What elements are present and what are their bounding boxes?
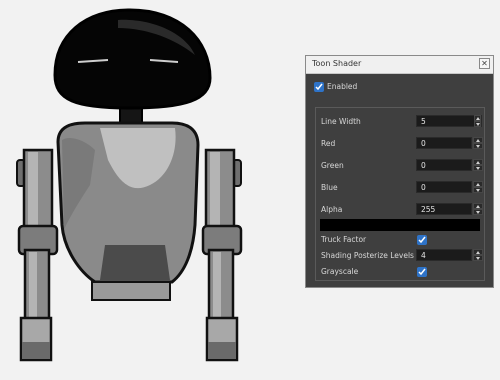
blue-stepper[interactable] [473,181,483,193]
red-stepper[interactable] [473,137,483,149]
alpha-label: Alpha [321,205,343,214]
shading-posterize-levels-input[interactable]: 4 [416,249,472,261]
check-icon [418,236,426,244]
red-label: Red [321,139,336,148]
green-stepper[interactable] [473,159,483,171]
green-label: Green [321,161,344,170]
check-icon [418,268,426,276]
shading-posterize-levels-label: Shading Posterize Levels [321,251,414,260]
panel-title: Toon Shader [312,59,362,68]
truck-factor-checkbox[interactable] [417,235,427,245]
line-width-stepper[interactable] [474,115,481,127]
spinner-down-icon[interactable] [473,209,483,215]
color-preview [320,219,480,231]
spinner-down-icon[interactable] [473,165,483,171]
enabled-label: Enabled [327,82,358,91]
check-icon [315,83,323,91]
spinner-down-icon[interactable] [474,121,481,127]
grayscale-label: Grayscale [321,267,359,276]
settings-group: Line Width 5 Red 0 Green 0 Blue 0 Alpha … [315,107,485,281]
alpha-input[interactable]: 255 [416,203,472,215]
robot-model [16,8,243,362]
spinner-down-icon[interactable] [473,143,483,149]
close-icon[interactable]: ✕ [479,58,490,69]
grayscale-checkbox[interactable] [417,267,427,277]
enabled-checkbox[interactable] [314,82,324,92]
alpha-stepper[interactable] [473,203,483,215]
blue-label: Blue [321,183,338,192]
truck-factor-label: Truck Factor [321,235,367,244]
line-width-input[interactable]: 5 [416,115,482,127]
line-width-label: Line Width [321,117,361,126]
panel-titlebar[interactable]: Toon Shader ✕ [306,56,493,74]
shading-posterize-levels-stepper[interactable] [473,249,483,261]
spinner-down-icon[interactable] [473,255,483,261]
red-input[interactable]: 0 [416,137,472,149]
spinner-down-icon[interactable] [473,187,483,193]
blue-input[interactable]: 0 [416,181,472,193]
green-input[interactable]: 0 [416,159,472,171]
toon-shader-panel: Toon Shader ✕ Enabled Line Width 5 Red 0… [305,55,494,288]
